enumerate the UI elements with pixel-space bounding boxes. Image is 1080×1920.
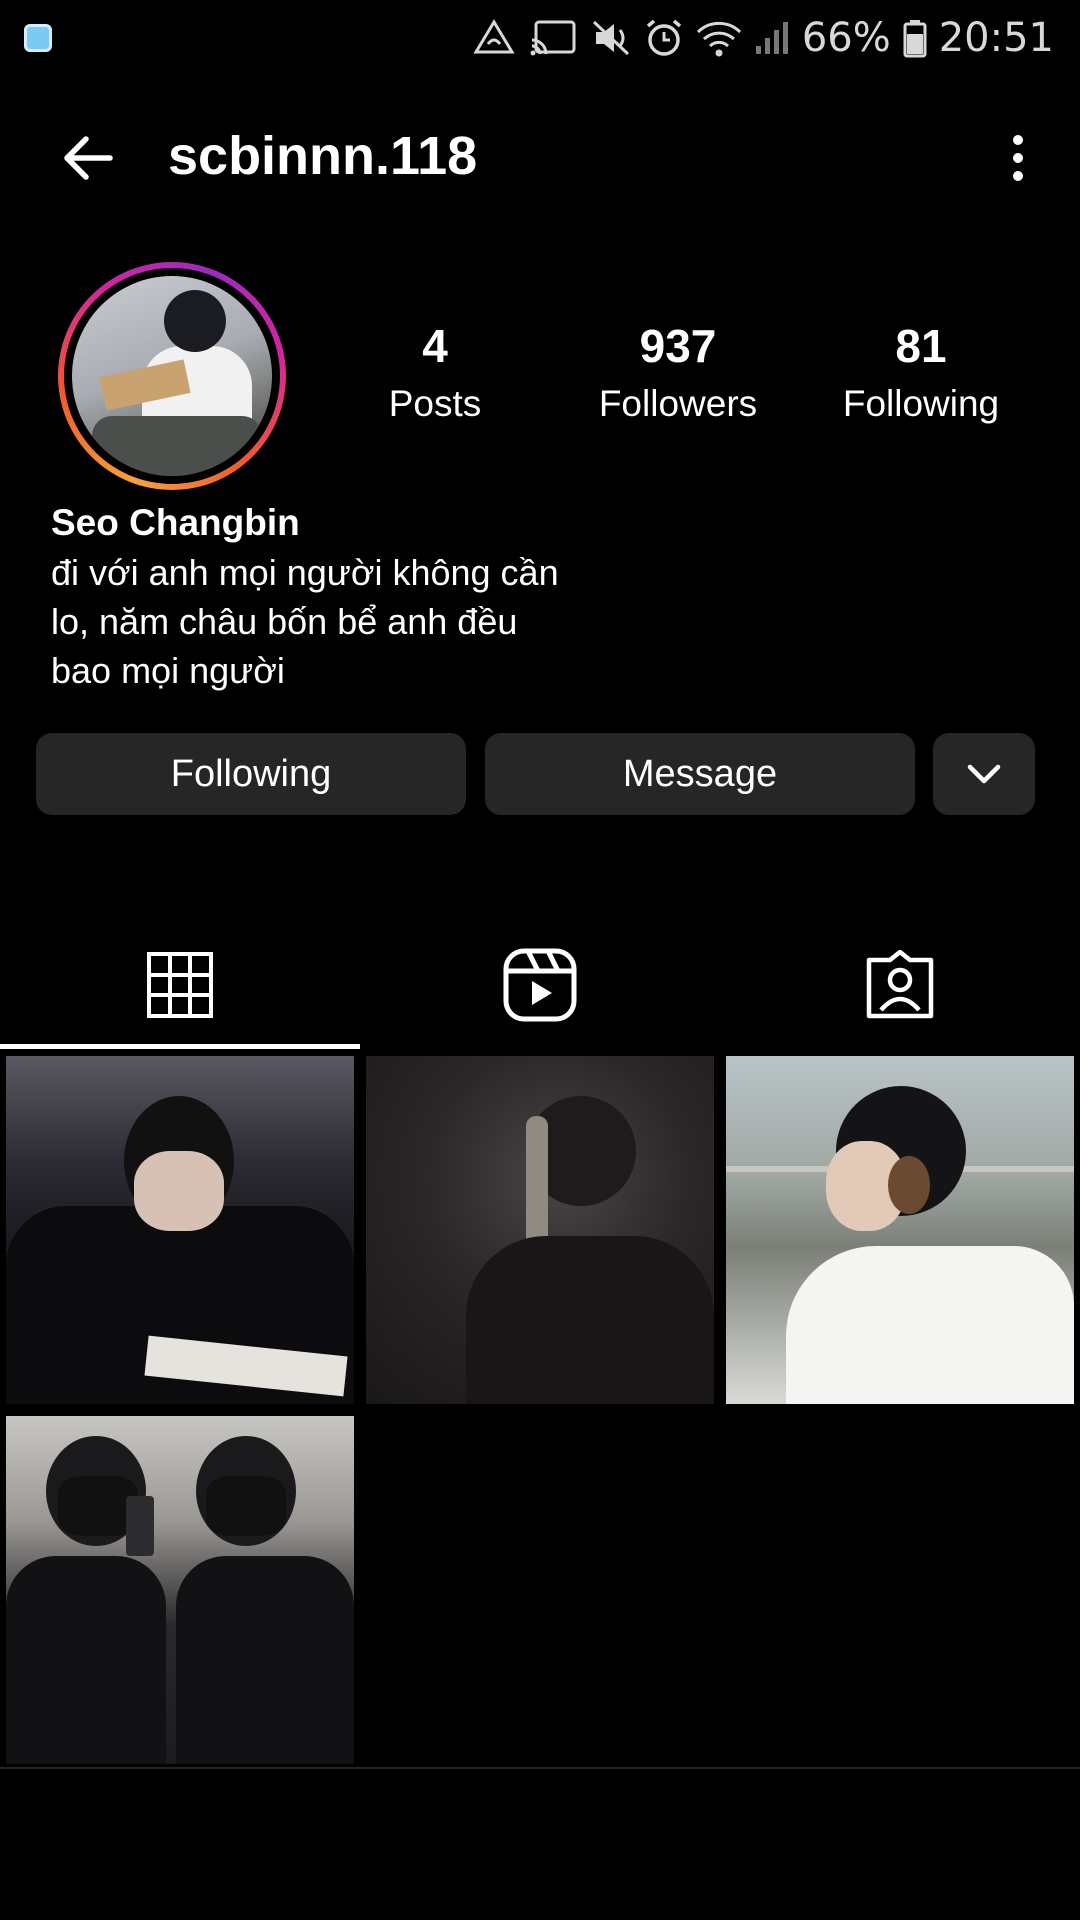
selected-tab-indicator <box>0 1044 360 1049</box>
alarm-icon <box>646 19 681 56</box>
username: scbinnn.118 <box>168 126 478 186</box>
full-name: Seo Changbin <box>51 502 300 543</box>
battery-icon <box>903 20 927 58</box>
chevron-down-icon <box>967 764 1001 784</box>
tab-reels[interactable] <box>360 920 720 1050</box>
stat-following[interactable]: 81 Following <box>811 318 1031 430</box>
back-arrow-icon <box>64 136 113 180</box>
signal-icon <box>755 22 788 54</box>
posts-count: 4 <box>422 320 448 372</box>
bio-line: lo, năm châu bốn bể anh đều <box>51 601 518 642</box>
tab-tagged[interactable] <box>720 920 1080 1050</box>
reels-icon <box>503 948 577 1022</box>
more-vertical-icon <box>1013 135 1023 181</box>
bio-line: đi với anh mọi người không cần <box>51 552 559 593</box>
profile-header: scbinnn.118 <box>0 112 1080 200</box>
profile-avatar <box>72 276 272 476</box>
followers-label: Followers <box>598 383 758 424</box>
tagged-icon <box>866 950 934 1019</box>
post-thumbnail[interactable] <box>6 1056 354 1404</box>
sync-warning-icon <box>473 19 515 54</box>
grid-icon <box>147 952 213 1018</box>
mute-icon <box>592 20 629 56</box>
story-ring[interactable] <box>58 262 286 490</box>
following-button[interactable]: Following <box>36 733 466 815</box>
clock: 20:51 <box>938 15 1054 61</box>
status-bar: 66% 20:51 <box>0 0 1080 76</box>
stat-followers[interactable]: 937 Followers <box>568 318 788 430</box>
more-options-button[interactable] <box>996 126 1040 190</box>
posts-label: Posts <box>388 383 482 424</box>
message-button[interactable]: Message <box>485 733 915 815</box>
status-icons: 66% 20:51 <box>472 12 1054 64</box>
cast-icon <box>530 20 576 56</box>
profile-tabs <box>0 920 1080 1050</box>
battery-percent: 66% <box>801 15 891 61</box>
divider <box>0 1767 1080 1769</box>
app-notification-icon <box>24 24 52 52</box>
wifi-icon <box>696 21 741 57</box>
post-thumbnail[interactable] <box>366 1056 714 1404</box>
stat-posts[interactable]: 4 Posts <box>325 318 545 430</box>
following-count: 81 <box>895 320 947 372</box>
back-button[interactable] <box>56 126 120 190</box>
post-thumbnail[interactable] <box>726 1056 1074 1404</box>
post-thumbnail[interactable] <box>6 1416 354 1764</box>
following-label: Following <box>842 383 1000 424</box>
bio: đi với anh mọi người không cần lo, năm c… <box>51 548 611 695</box>
tab-posts[interactable] <box>0 920 360 1050</box>
followers-count: 937 <box>639 320 717 372</box>
suggested-accounts-button[interactable] <box>933 733 1035 815</box>
bio-line: bao mọi người <box>51 650 285 691</box>
